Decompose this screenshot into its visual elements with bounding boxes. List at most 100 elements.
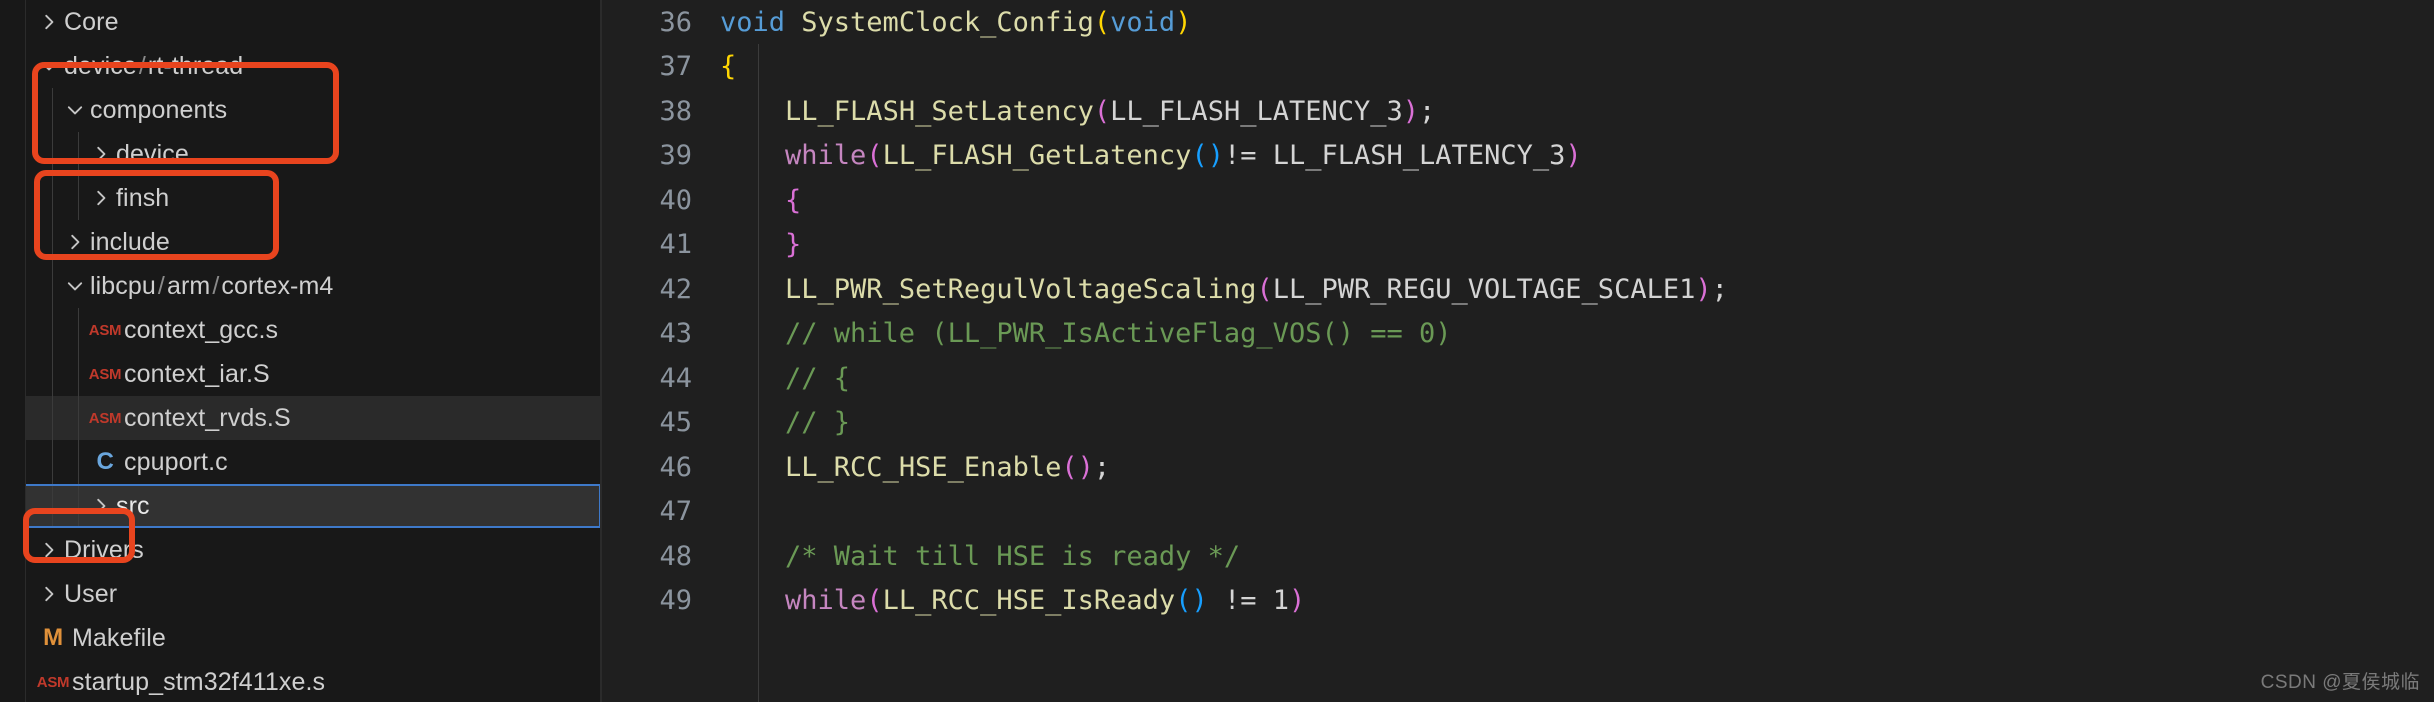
code-line[interactable]: 41 }	[602, 223, 2434, 268]
line-number: 42	[659, 273, 692, 305]
indent-guide	[78, 396, 79, 440]
indent-guide	[78, 352, 79, 396]
code-line[interactable]: 48 /* Wait till HSE is ready */	[602, 534, 2434, 579]
code-token: void	[1110, 6, 1176, 38]
file-icon-asm: ASM	[88, 409, 122, 427]
tree-item-components[interactable]: components	[26, 88, 600, 132]
tree-item-makefile[interactable]: M Makefile	[26, 616, 600, 660]
line-content: LL_FLASH_SetLatency(LL_FLASH_LATENCY_3);	[720, 96, 2434, 127]
line-number: 48	[659, 540, 692, 572]
indent-guide	[52, 220, 53, 264]
path-separator: /	[212, 271, 220, 300]
tree-item-core[interactable]: Core	[26, 0, 600, 44]
line-content: LL_PWR_SetRegulVoltageScaling(LL_PWR_REG…	[720, 274, 2434, 305]
code-line[interactable]: 40 {	[602, 178, 2434, 223]
line-content: /* Wait till HSE is ready */	[720, 541, 2434, 572]
tree-item-libcpu[interactable]: libcpu/arm/cortex-m4	[26, 264, 600, 308]
path-segment: cortex-m4	[221, 271, 334, 300]
indent-guide	[52, 176, 53, 220]
path-separator: /	[157, 271, 165, 300]
tree-item-label: context_gcc.s	[124, 315, 279, 344]
code-token: LL_PWR_SetRegulVoltageScaling	[785, 273, 1257, 305]
code-token: void	[720, 6, 802, 38]
code-token: LL_RCC_HSE_IsReady	[882, 585, 1176, 617]
line-content: {	[720, 51, 2434, 82]
tree-item-context-rvds[interactable]: ASM context_rvds.S	[26, 396, 600, 440]
tree-item-include[interactable]: include	[26, 220, 600, 264]
code-token: (	[1191, 140, 1208, 172]
code-line[interactable]: 38 LL_FLASH_SetLatency(LL_FLASH_LATENCY_…	[602, 89, 2434, 134]
tree-item-user[interactable]: User	[26, 572, 600, 616]
tree-item-label: finsh	[116, 183, 170, 212]
line-number: 39	[659, 140, 692, 172]
code-line[interactable]: 46 LL_RCC_HSE_Enable();	[602, 445, 2434, 490]
line-number: 41	[659, 229, 692, 261]
watermark-text: CSDN @夏侯城临	[2260, 672, 2420, 693]
chevron-down-icon[interactable]	[60, 99, 90, 121]
chevron-right-icon[interactable]	[34, 539, 64, 561]
code-token: )	[1207, 140, 1224, 172]
file-icon-m: M	[43, 624, 63, 651]
tree-item-finsh[interactable]: finsh	[26, 176, 600, 220]
code-token: LL_FLASH_LATENCY_3	[1110, 95, 1403, 127]
line-content: void SystemClock_Config(void)	[720, 7, 2434, 38]
chevron-down-icon[interactable]	[60, 275, 90, 297]
code-line[interactable]: 43 // while (LL_PWR_IsActiveFlag_VOS() =…	[602, 312, 2434, 357]
line-number: 49	[659, 585, 692, 617]
code-token: while	[785, 140, 867, 172]
code-line[interactable]: 37 {	[602, 45, 2434, 90]
file-icon-asm: ASM	[88, 321, 122, 339]
code-line[interactable]: 36 void SystemClock_Config(void)	[602, 0, 2434, 45]
code-line[interactable]: 44 // {	[602, 356, 2434, 401]
code-line[interactable]: 47	[602, 490, 2434, 535]
code-line[interactable]: 45 // }	[602, 401, 2434, 446]
chevron-right-icon[interactable]	[34, 11, 64, 33]
code-token: }	[785, 229, 802, 261]
code-token: (	[866, 140, 883, 172]
line-content: while(LL_RCC_HSE_IsReady() != 1)	[720, 585, 2434, 616]
tree-item-drivers[interactable]: Drivers	[26, 528, 600, 572]
indent-guide	[52, 88, 53, 132]
tree-item-startup[interactable]: ASM startup_stm32f411xe.s	[26, 660, 600, 702]
code-token: ;	[1419, 95, 1436, 127]
code-token: )	[1289, 585, 1306, 617]
tree-item-context-iar[interactable]: ASM context_iar.S	[26, 352, 600, 396]
code-token: 1	[1272, 585, 1290, 617]
code-token: LL_FLASH_SetLatency	[785, 95, 1094, 127]
code-token: {	[720, 51, 737, 83]
tree-item-context-gcc[interactable]: ASM context_gcc.s	[26, 308, 600, 352]
chevron-right-icon[interactable]	[86, 495, 116, 517]
code-editor[interactable]: 36 void SystemClock_Config(void) 37{38 LL_…	[602, 0, 2434, 702]
code-token: LL_FLASH_GetLatency	[882, 140, 1192, 172]
path-segment: rt-thread	[147, 51, 244, 80]
tree-item-cpuport[interactable]: Ccpuport.c	[26, 440, 600, 484]
chevron-right-icon[interactable]	[86, 187, 116, 209]
indent-guide	[52, 396, 53, 440]
chevron-right-icon[interactable]	[60, 231, 90, 253]
line-content: }	[720, 229, 2434, 260]
tree-item-src[interactable]: src	[26, 484, 601, 528]
chevron-right-icon[interactable]	[86, 143, 116, 165]
code-line[interactable]: 49 while(LL_RCC_HSE_IsReady() != 1)	[602, 579, 2434, 624]
indent-guide	[52, 486, 53, 526]
file-tree[interactable]: Core device/rt-thread components device fins…	[26, 0, 601, 702]
indent-guide	[78, 440, 79, 484]
tree-item-device-rt[interactable]: device/rt-thread	[26, 44, 600, 88]
line-content: LL_RCC_HSE_Enable();	[720, 452, 2434, 483]
tree-item-device[interactable]: device	[26, 132, 600, 176]
code-line[interactable]: 39 while(LL_FLASH_GetLatency()!= LL_FLAS…	[602, 134, 2434, 179]
code-token: ;	[1093, 451, 1111, 483]
chevron-right-icon[interactable]	[34, 583, 64, 605]
line-number: 46	[659, 451, 692, 483]
code-token: )	[1695, 273, 1712, 305]
tree-item-label: startup_stm32f411xe.s	[72, 667, 326, 696]
code-lines: 36 void SystemClock_Config(void) 37{38 LL_…	[602, 0, 2434, 623]
tree-item-label: src	[116, 491, 150, 520]
chevron-down-icon[interactable]	[34, 55, 64, 77]
code-line[interactable]: 42 LL_PWR_SetRegulVoltageScaling(LL_PWR_…	[602, 267, 2434, 312]
line-number: 45	[659, 407, 692, 439]
